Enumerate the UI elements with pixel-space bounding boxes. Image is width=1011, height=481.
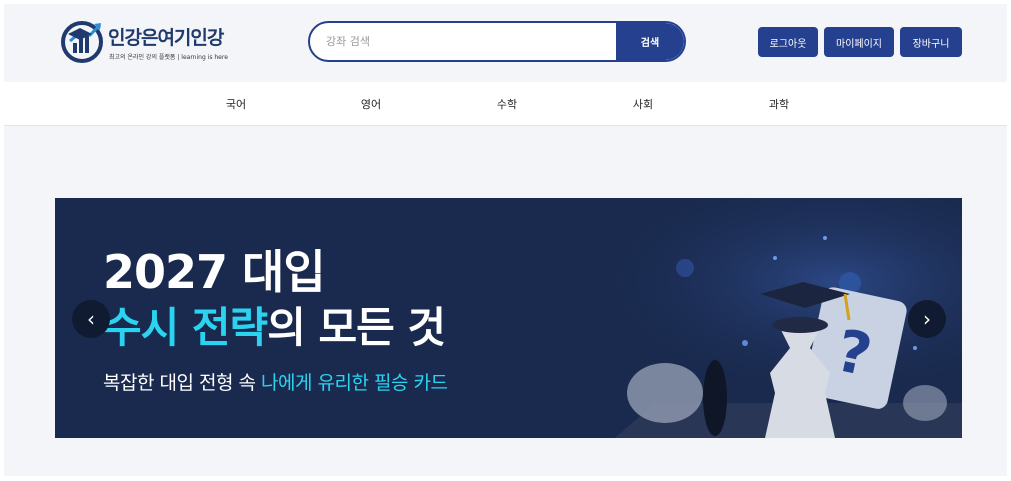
banner-headline-highlight: 수시 전략 (103, 303, 268, 352)
header: 인강은여기인강 최고의 온라인 강의 플랫폼 | learning is her… (4, 4, 1007, 82)
banner-next-button[interactable]: › (908, 300, 946, 338)
banner-headline: 수시 전략의 모든 것 (103, 294, 446, 355)
banner-prev-button[interactable]: ‹ (72, 300, 110, 338)
chevron-left-icon: ‹ (87, 307, 95, 331)
logo-title: 인강은여기인강 (108, 27, 224, 49)
search-button[interactable]: 검색 (616, 23, 684, 60)
nav-item-math[interactable]: 수학 (477, 96, 537, 112)
chevron-right-icon: › (923, 307, 931, 331)
nav-item-english[interactable]: 영어 (341, 96, 401, 112)
banner-headline-rest: 의 모든 것 (267, 303, 446, 352)
graduation-chart-icon (61, 21, 103, 63)
nav-item-social[interactable]: 사회 (613, 96, 673, 112)
nav-item-science[interactable]: 과학 (749, 96, 809, 112)
logout-button[interactable]: 로그아웃 (758, 27, 818, 57)
mypage-button[interactable]: 마이페이지 (824, 27, 894, 57)
main-nav: 국어 영어 수학 사회 과학 (4, 82, 1007, 126)
page: 인강은여기인강 최고의 온라인 강의 플랫폼 | learning is her… (4, 4, 1007, 476)
banner-subtitle-highlight: 나에게 유리한 필승 카드 (261, 372, 448, 394)
logo-tagline: 최고의 온라인 강의 플랫폼 | learning is here (109, 54, 228, 61)
site-logo[interactable]: 인강은여기인강 최고의 온라인 강의 플랫폼 | learning is her… (60, 19, 240, 67)
nav-item-korean[interactable]: 국어 (206, 96, 266, 112)
search-bar: 검색 (308, 21, 686, 62)
banner-title: 2027 대입 (103, 245, 326, 299)
search-input[interactable] (310, 23, 618, 60)
cart-button[interactable]: 장바구니 (900, 27, 962, 57)
banner-subtitle-prefix: 복잡한 대입 전형 속 (103, 372, 261, 394)
hero-banner[interactable]: ? 2027 대입 수시 전략의 모든 것 복잡한 대입 전형 속 나에게 유리… (55, 198, 962, 438)
banner-subtitle: 복잡한 대입 전형 속 나에게 유리한 필승 카드 (103, 368, 448, 395)
